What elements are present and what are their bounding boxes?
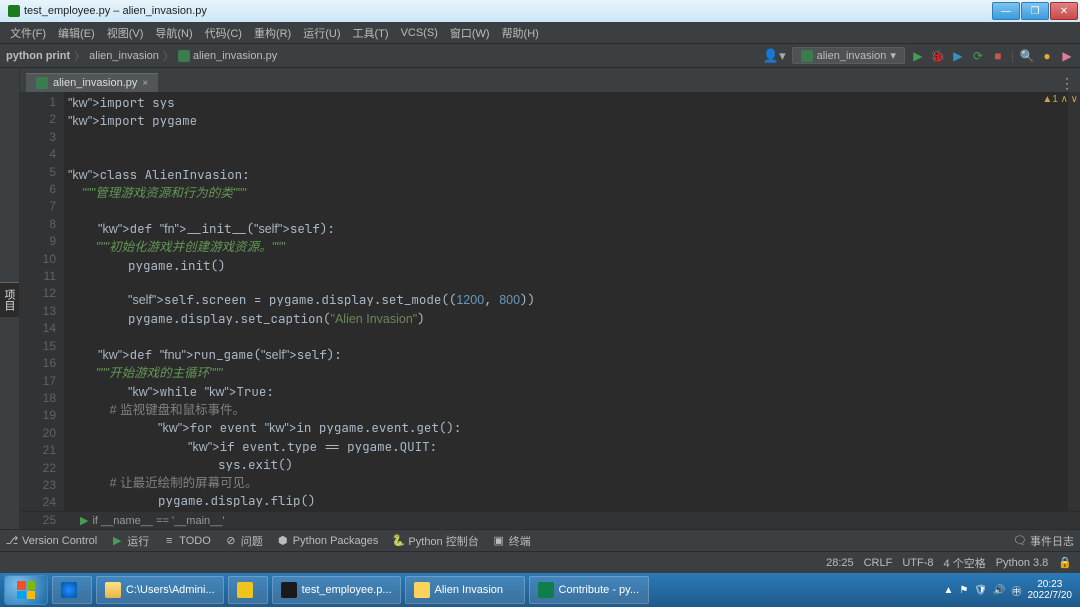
breadcrumb-project[interactable]: python print	[6, 50, 70, 62]
taskbar-clock[interactable]: 20:23 2022/7/20	[1028, 579, 1073, 601]
tab-overflow-icon[interactable]: ⋮	[1060, 75, 1080, 92]
run-gutter-icon[interactable]: ▶	[80, 514, 88, 527]
close-button[interactable]: ✕	[1050, 2, 1078, 20]
menu-item[interactable]: 窗口(W)	[444, 23, 496, 43]
maximize-button[interactable]: ❐	[1021, 2, 1049, 20]
menu-item[interactable]: 文件(F)	[4, 23, 52, 43]
pycharm-icon	[281, 582, 297, 598]
line-number-gutter: 1234567891011121314151617181920212223242…	[20, 92, 64, 511]
menu-item[interactable]: 帮助(H)	[496, 23, 545, 43]
code-area[interactable]: "kw">import sys "kw">import pygame "kw">…	[64, 92, 1068, 511]
minimize-button[interactable]: —	[992, 2, 1020, 20]
editor-tab-label: alien_invasion.py	[53, 77, 137, 89]
project-toolwindow-tab[interactable]: 项目	[0, 282, 19, 317]
warning-count[interactable]: ▲1 ∧ ∨	[1042, 94, 1078, 105]
window-titlebar: test_employee.py – alien_invasion.py — ❐…	[0, 0, 1080, 22]
tab-close-icon[interactable]: ×	[142, 78, 148, 89]
editor: alien_invasion.py × ⋮ 123456789101112131…	[20, 68, 1080, 529]
python-file-icon	[178, 50, 190, 62]
terminal-tab[interactable]: ▣终端	[493, 533, 531, 549]
user-icon[interactable]: 👤▾	[763, 48, 786, 64]
taskbar-ie[interactable]	[52, 576, 92, 604]
ie-icon	[61, 582, 77, 598]
taskbar-unknown[interactable]	[228, 576, 268, 604]
pygame-icon	[414, 582, 430, 598]
python-console-tab[interactable]: 🐍Python 控制台	[392, 533, 478, 549]
python-file-icon	[801, 50, 813, 62]
menu-bar: 文件(F)编辑(E)视图(V)导航(N)代码(C)重构(R)运行(U)工具(T)…	[0, 22, 1080, 44]
status-bar: 28:25 CRLF UTF-8 4 个空格 Python 3.8 🔒	[0, 551, 1080, 573]
window-title: test_employee.py – alien_invasion.py	[24, 5, 207, 17]
problems-tab[interactable]: ⊘问题	[225, 533, 263, 549]
editor-tab-active[interactable]: alien_invasion.py ×	[26, 73, 158, 92]
tray-shield-icon[interactable]: 🛡	[974, 585, 987, 596]
tray-volume-icon[interactable]: 🔊	[993, 585, 1005, 596]
line-separator[interactable]: CRLF	[864, 557, 893, 569]
version-control-tab[interactable]: ⎇Version Control	[6, 533, 97, 549]
menu-item[interactable]: 导航(N)	[149, 23, 198, 43]
run-config-dropdown[interactable]: alien_invasion ▾	[792, 47, 905, 64]
taskbar-game[interactable]: Alien Invasion	[405, 576, 525, 604]
nav-toolbar: python print 〉 alien_invasion 〉 alien_in…	[0, 44, 1080, 68]
menu-item[interactable]: 编辑(E)	[52, 23, 101, 43]
coverage-icon[interactable]: ▶	[951, 49, 965, 63]
app-icon	[8, 5, 20, 17]
search-icon[interactable]: 🔍	[1020, 49, 1034, 63]
menu-item[interactable]: 重构(R)	[248, 23, 297, 43]
codewithme-icon[interactable]: ▶	[1060, 49, 1074, 63]
python-packages-tab[interactable]: ⬢Python Packages	[277, 533, 379, 549]
menu-item[interactable]: VCS(S)	[395, 25, 444, 41]
help-icon[interactable]: ●	[1040, 49, 1054, 63]
taskbar-explorer[interactable]: C:\Users\Admini...	[96, 576, 224, 604]
windows-logo-icon	[17, 581, 35, 599]
file-encoding[interactable]: UTF-8	[902, 557, 933, 569]
folder-icon	[105, 582, 121, 598]
event-log-tab[interactable]: 🗨事件日志	[1014, 533, 1074, 549]
tray-up-icon[interactable]: ▲	[943, 585, 953, 596]
python-interpreter[interactable]: Python 3.8	[996, 557, 1049, 569]
main-area: 项目 结构 Bookmarks alien_invasion.py × ⋮ 12…	[0, 68, 1080, 529]
stop-icon[interactable]: ■	[991, 49, 1005, 63]
python-file-icon	[36, 77, 48, 89]
cursor-position[interactable]: 28:25	[826, 557, 854, 569]
menu-item[interactable]: 视图(V)	[101, 23, 150, 43]
editor-tabs: alien_invasion.py × ⋮	[20, 68, 1080, 92]
window-controls: — ❐ ✕	[991, 2, 1078, 20]
profile-icon[interactable]: ⟳	[971, 49, 985, 63]
indent-settings[interactable]: 4 个空格	[944, 555, 986, 571]
app-icon	[237, 582, 253, 598]
breadcrumb-file[interactable]: alien_invasion.py	[178, 50, 277, 62]
menu-item[interactable]: 运行(U)	[297, 23, 346, 43]
tray-ime-icon[interactable]: ㊥	[1012, 583, 1022, 598]
run-tab[interactable]: ▶运行	[111, 533, 149, 549]
breadcrumb: python print 〉 alien_invasion 〉 alien_in…	[6, 48, 277, 64]
code-breadcrumb[interactable]: ▶ if __name__ == '__main__'	[20, 511, 1080, 529]
inspection-stripe[interactable]: ▲1 ∧ ∨	[1068, 92, 1080, 511]
left-toolwindow-bar: 项目 结构 Bookmarks	[0, 68, 20, 529]
taskbar-pycharm[interactable]: test_employee.p...	[272, 576, 401, 604]
start-button[interactable]	[4, 575, 48, 605]
editor-body[interactable]: 1234567891011121314151617181920212223242…	[20, 92, 1080, 511]
readonly-lock-icon[interactable]: 🔒	[1058, 556, 1072, 569]
debug-icon[interactable]: 🐞	[931, 49, 945, 63]
windows-taskbar: C:\Users\Admini... test_employee.p... Al…	[0, 573, 1080, 607]
chrome-icon	[538, 582, 554, 598]
taskbar-chrome[interactable]: Contribute - py...	[529, 576, 649, 604]
tray-network-icon[interactable]: ⚑	[959, 585, 968, 596]
bottom-toolwindow-bar: ⎇Version Control ▶运行 ≡TODO ⊘问题 ⬢Python P…	[0, 529, 1080, 551]
menu-item[interactable]: 代码(C)	[199, 23, 248, 43]
system-tray[interactable]: ▲ ⚑ 🛡 🔊 ㊥ 20:23 2022/7/20	[943, 579, 1076, 601]
todo-tab[interactable]: ≡TODO	[163, 533, 211, 549]
run-icon[interactable]: ▶	[911, 49, 925, 63]
breadcrumb-folder[interactable]: alien_invasion	[89, 50, 159, 62]
menu-item[interactable]: 工具(T)	[347, 23, 395, 43]
